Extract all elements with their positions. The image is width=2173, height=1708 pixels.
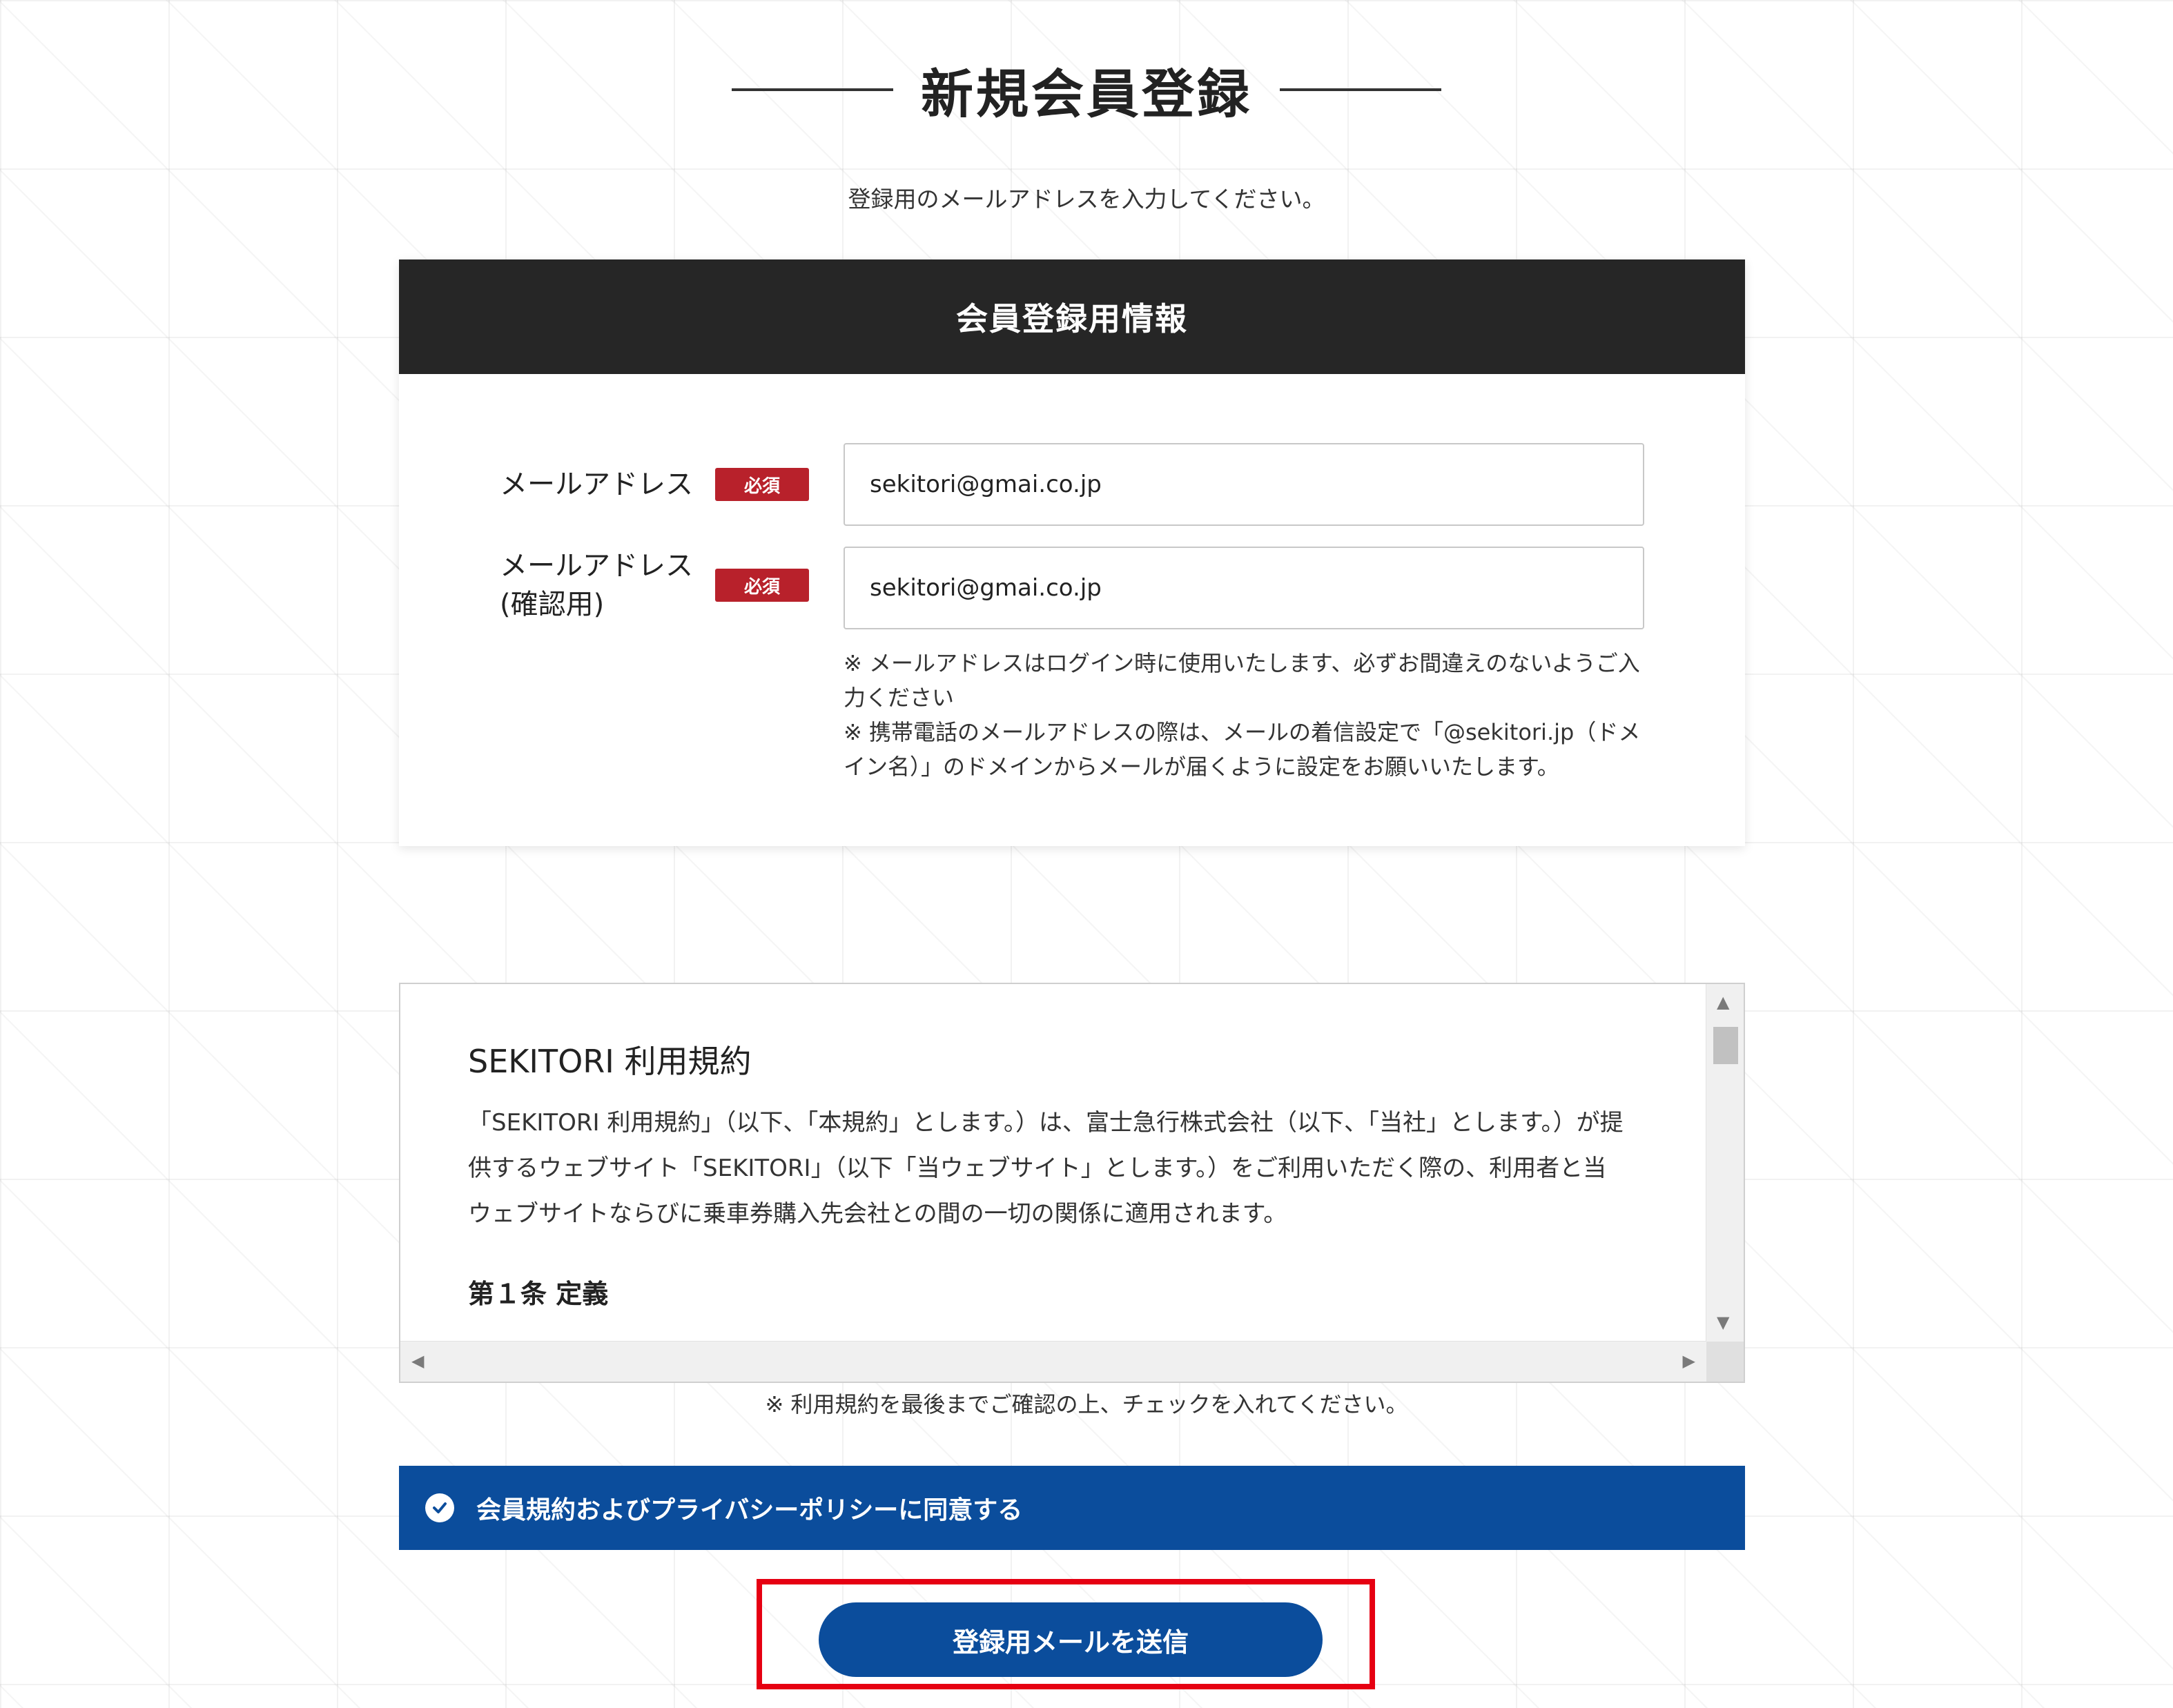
email-confirm-row: メールアドレス (確認用) 必須 <box>399 547 1745 629</box>
scroll-up-arrow-icon[interactable]: ▲ <box>1717 994 1729 1010</box>
email-label: メールアドレス <box>500 469 693 500</box>
horizontal-scrollbar[interactable]: ◀ ▶ <box>400 1341 1706 1382</box>
scrollbar-corner <box>1706 1342 1744 1382</box>
send-registration-email-button[interactable]: 登録用メールを送信 <box>819 1602 1323 1677</box>
email-confirm-input[interactable] <box>844 547 1644 629</box>
card-header: 会員登録用情報 <box>399 259 1745 374</box>
required-badge: 必須 <box>715 468 809 501</box>
agree-label: 会員規約およびプライバシーポリシーに同意する <box>476 1496 1023 1524</box>
email-input[interactable] <box>844 443 1644 526</box>
scroll-left-arrow-icon[interactable]: ◀ <box>411 1353 424 1369</box>
vertical-scroll-thumb[interactable] <box>1713 1027 1738 1064</box>
intro-text: 登録用のメールアドレスを入力してください。 <box>848 186 1325 213</box>
email-confirm-label-line1: メールアドレス <box>500 550 693 582</box>
terms-note: ※ 利用規約を最後までご確認の上、チェックを入れてください。 <box>765 1391 1408 1417</box>
page-title-area: 新規会員登録 <box>0 48 2173 131</box>
scroll-right-arrow-icon[interactable]: ▶ <box>1683 1353 1695 1369</box>
terms-scrollbox[interactable]: SEKITORI 利用規約 「SEKITORI 利用規約」（以下、「本規約」とし… <box>399 983 1745 1383</box>
required-badge: 必須 <box>715 569 809 602</box>
page-title: 新規会員登録 <box>921 63 1252 125</box>
terms-article-heading: 第１条 定義 <box>468 1279 609 1309</box>
email-note-1: ※ メールアドレスはログイン時に使用いたします、必ずお間違えのないようご入力くだ… <box>844 650 1640 711</box>
check-circle-icon <box>425 1493 454 1522</box>
scroll-down-arrow-icon[interactable]: ▼ <box>1717 1314 1729 1331</box>
title-divider-right <box>1280 88 1441 91</box>
email-notes: ※ メールアドレスはログイン時に使用いたします、必ずお間違えのないようご入力くだ… <box>844 646 1651 784</box>
terms-title: SEKITORI 利用規約 <box>468 1043 752 1080</box>
email-row: メールアドレス 必須 <box>399 443 1745 526</box>
terms-body: 「SEKITORI 利用規約」（以下、「本規約」とします。）は、富士急行株式会社… <box>468 1109 1624 1228</box>
vertical-scrollbar[interactable]: ▲ ▼ <box>1706 984 1744 1343</box>
terms-content: SEKITORI 利用規約 「SEKITORI 利用規約」（以下、「本規約」とし… <box>468 1037 1628 1311</box>
title-divider-left <box>732 88 893 91</box>
agree-checkbox[interactable]: 会員規約およびプライバシーポリシーに同意する <box>399 1466 1745 1550</box>
email-note-2: ※ 携帯電話のメールアドレスの際は、メールの着信設定で「@sekitori.jp… <box>844 719 1641 780</box>
registration-card: 会員登録用情報 メールアドレス 必須 メールアドレス (確認用) 必須 ※ メー… <box>399 259 1745 846</box>
email-confirm-label: メールアドレス (確認用) <box>500 547 693 624</box>
email-confirm-label-line2: (確認用) <box>500 589 605 620</box>
